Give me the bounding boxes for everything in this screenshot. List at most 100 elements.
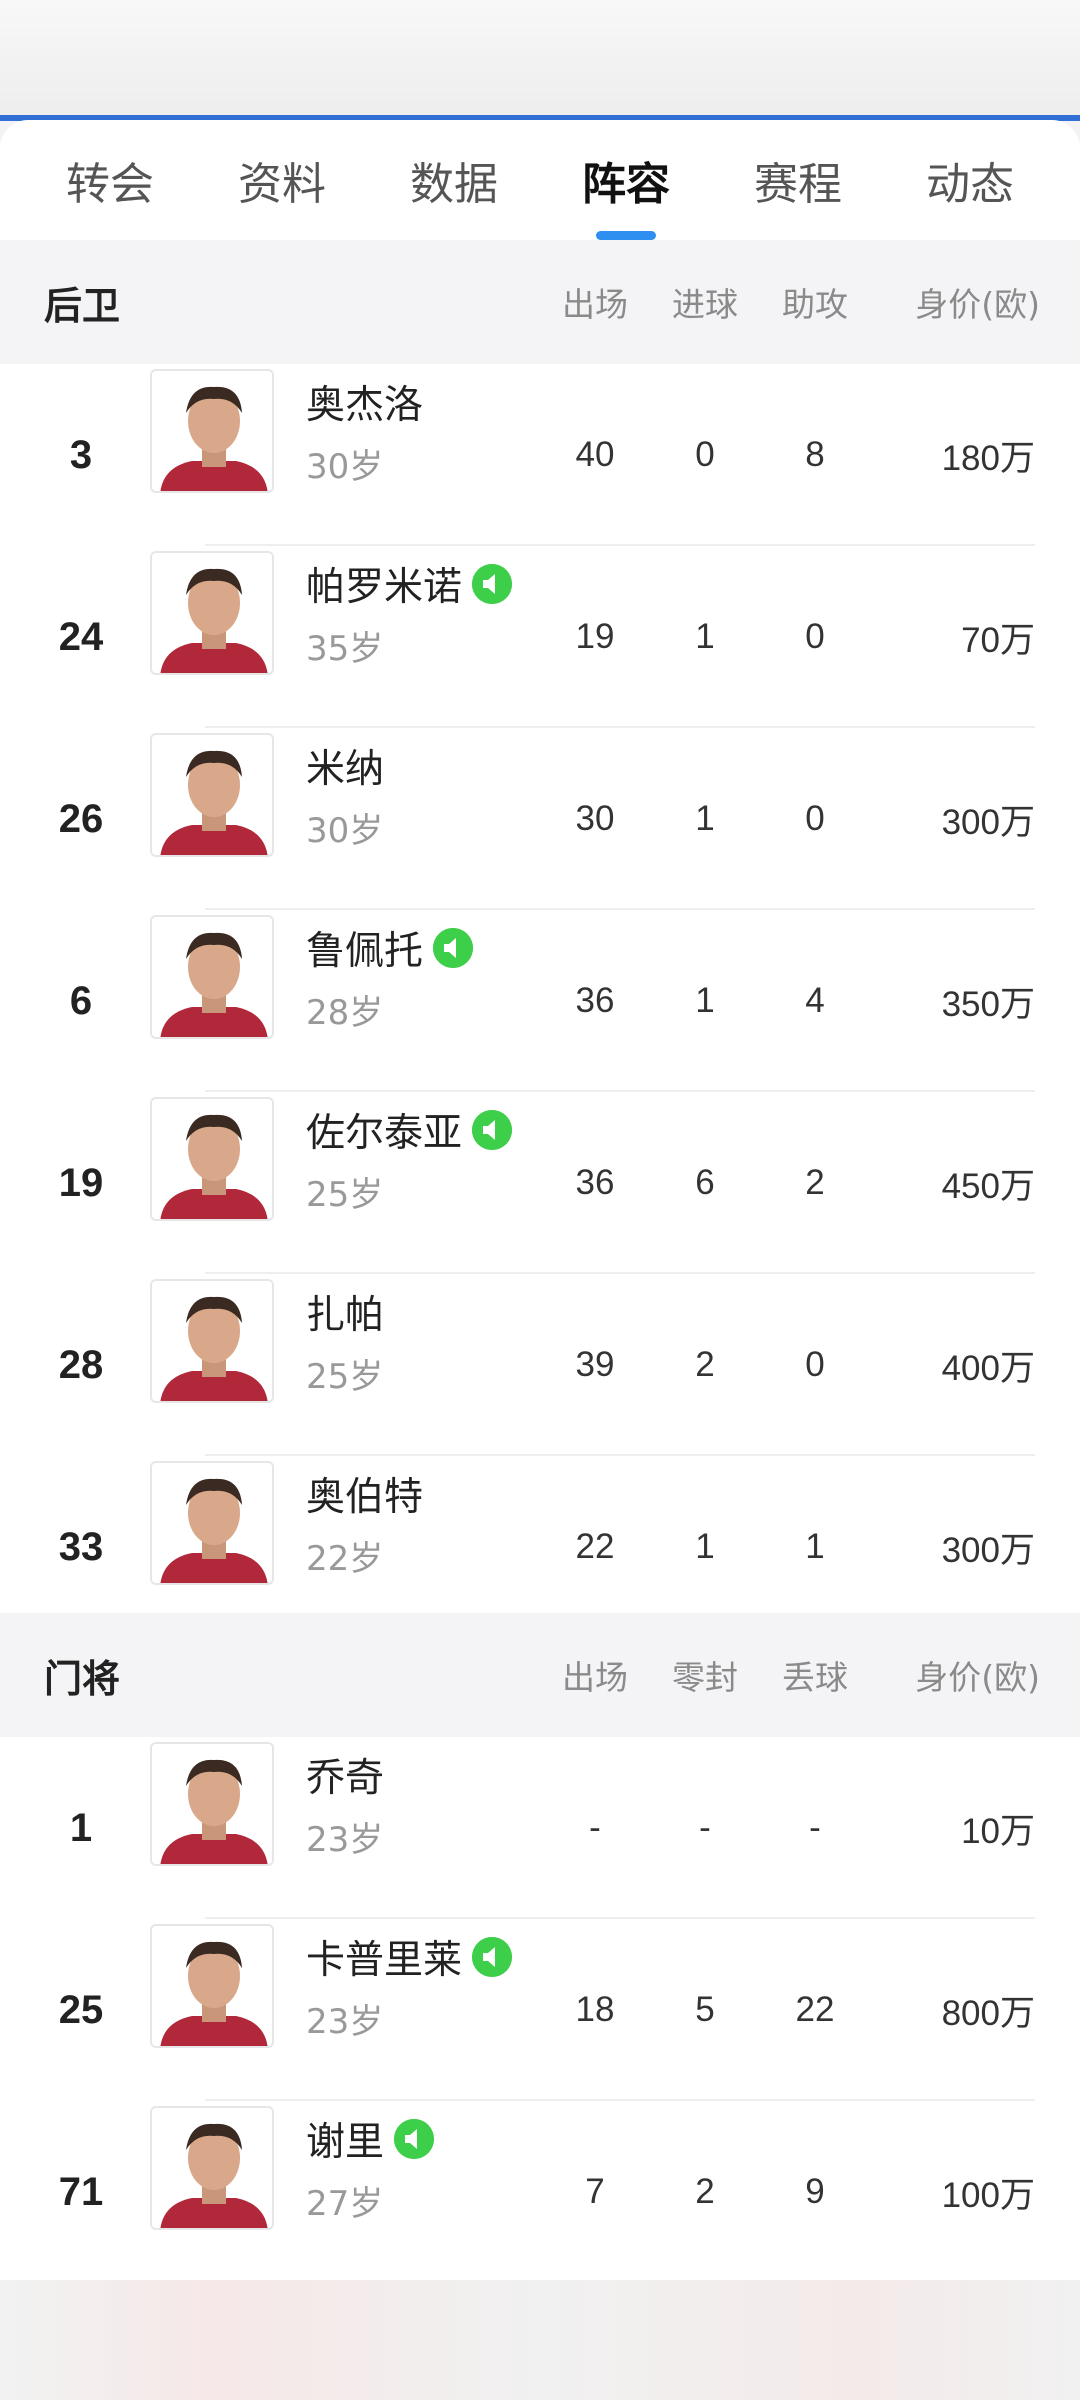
player-avatar-icon bbox=[152, 553, 272, 673]
bottom-area bbox=[0, 2280, 1080, 2400]
player-name-wrap: 帕罗米诺 bbox=[306, 556, 513, 612]
stat-conceded: 22 bbox=[795, 1990, 835, 2029]
speaker-badge-icon bbox=[472, 1110, 513, 1150]
stat-apps: 36 bbox=[575, 981, 615, 1020]
speaker-badge-icon bbox=[472, 1937, 513, 1977]
player-name: 卡普里莱 bbox=[306, 1938, 463, 1983]
player-avatar[interactable] bbox=[150, 1279, 274, 1403]
player-avatar-icon bbox=[152, 917, 272, 1037]
market-value: 800万 bbox=[941, 1993, 1035, 2033]
col-apps: 出场 bbox=[562, 1658, 628, 1697]
market-value: 180万 bbox=[941, 438, 1035, 478]
player-avatar[interactable] bbox=[150, 1461, 274, 1585]
col-cleansheets: 零封 bbox=[672, 1658, 738, 1697]
player-avatar[interactable] bbox=[150, 551, 274, 675]
player-name: 谢里 bbox=[306, 2120, 385, 2165]
player-avatar[interactable] bbox=[150, 1742, 274, 1866]
player-name-wrap: 奥伯特 bbox=[306, 1466, 423, 1522]
player-avatar-icon bbox=[152, 1281, 272, 1401]
player-age: 35岁 bbox=[306, 629, 384, 669]
tab-stats[interactable]: 数据 bbox=[388, 148, 520, 212]
market-value: 10万 bbox=[961, 1811, 1035, 1851]
col-apps: 出场 bbox=[562, 285, 628, 324]
stat-cleansheets: 5 bbox=[695, 1990, 715, 2029]
player-name-wrap: 奥杰洛 bbox=[306, 374, 423, 430]
market-value: 350万 bbox=[941, 984, 1035, 1024]
player-row[interactable]: 26 米纳 30岁 30 1 0 300万 bbox=[0, 728, 1080, 910]
defenders-header: 后卫 出场 进球 助攻 身价(欧) bbox=[0, 240, 1080, 364]
tab-squad[interactable]: 阵容 bbox=[560, 148, 692, 240]
status-area bbox=[0, 0, 1080, 118]
player-avatar[interactable] bbox=[150, 369, 274, 493]
player-avatar[interactable] bbox=[150, 2106, 274, 2230]
stat-conceded: 9 bbox=[805, 2172, 825, 2211]
stat-goals: 1 bbox=[695, 981, 715, 1020]
player-avatar-icon bbox=[152, 1926, 272, 2046]
jersey-number: 19 bbox=[58, 1160, 104, 1205]
player-age: 30岁 bbox=[306, 447, 384, 487]
stat-assists: 1 bbox=[805, 1527, 825, 1566]
speaker-badge-icon bbox=[472, 564, 513, 604]
player-name: 佐尔泰亚 bbox=[306, 1111, 463, 1156]
col-value: 身价(欧) bbox=[915, 285, 1040, 324]
player-row[interactable]: 3 奥杰洛 30岁 40 0 8 180万 bbox=[0, 364, 1080, 546]
tab-profile[interactable]: 资料 bbox=[216, 148, 348, 212]
player-row[interactable]: 1 乔奇 23岁 - - - 10万 bbox=[0, 1737, 1080, 1919]
market-value: 300万 bbox=[941, 1530, 1035, 1570]
col-value: 身价(欧) bbox=[915, 1658, 1040, 1697]
stat-goals: 0 bbox=[695, 435, 715, 474]
player-avatar-icon bbox=[152, 371, 272, 491]
player-avatar[interactable] bbox=[150, 915, 274, 1039]
player-row[interactable]: 19 佐尔泰亚 25岁 36 6 2 450万 bbox=[0, 1092, 1080, 1274]
tab-news[interactable]: 动态 bbox=[904, 148, 1036, 212]
player-row[interactable]: 6 鲁佩托 28岁 36 1 4 350万 bbox=[0, 910, 1080, 1092]
player-name-wrap: 米纳 bbox=[306, 738, 384, 794]
jersey-number: 33 bbox=[58, 1524, 104, 1569]
jersey-number: 24 bbox=[58, 614, 104, 659]
stat-assists: 0 bbox=[805, 617, 825, 656]
player-name: 扎帕 bbox=[306, 1293, 385, 1338]
player-age: 28岁 bbox=[306, 993, 384, 1033]
tab-schedule[interactable]: 赛程 bbox=[732, 148, 864, 212]
player-row[interactable]: 33 奥伯特 22岁 22 1 1 300万 bbox=[0, 1456, 1080, 1638]
player-avatar[interactable] bbox=[150, 733, 274, 857]
player-name: 奥伯特 bbox=[306, 1475, 424, 1520]
tab-bar: 转会 资料 数据 阵容 赛程 动态 bbox=[0, 120, 1080, 240]
jersey-number: 25 bbox=[58, 1987, 104, 2032]
player-avatar[interactable] bbox=[150, 1924, 274, 2048]
stat-apps: 30 bbox=[575, 799, 615, 838]
player-avatar-icon bbox=[152, 1099, 272, 1219]
stat-apps: 36 bbox=[575, 1163, 615, 1202]
market-value: 100万 bbox=[941, 2175, 1035, 2215]
stat-assists: 4 bbox=[805, 981, 825, 1020]
stat-assists: 2 bbox=[805, 1163, 825, 1202]
jersey-number: 6 bbox=[69, 978, 93, 1023]
jersey-number: 3 bbox=[69, 432, 93, 477]
stat-goals: 1 bbox=[695, 617, 715, 656]
player-avatar-icon bbox=[152, 735, 272, 855]
speaker-badge-icon bbox=[394, 2119, 435, 2159]
player-age: 30岁 bbox=[306, 811, 384, 851]
player-name-wrap: 鲁佩托 bbox=[306, 920, 474, 976]
team-card: 转会 资料 数据 阵容 赛程 动态 后卫 出场 进球 助攻 身价(欧) 3 奥杰洛… bbox=[0, 120, 1080, 2280]
jersey-number: 26 bbox=[58, 796, 104, 841]
player-name: 鲁佩托 bbox=[306, 929, 424, 974]
player-age: 25岁 bbox=[306, 1175, 384, 1215]
stat-apps: - bbox=[589, 1808, 601, 1847]
stat-apps: 40 bbox=[575, 435, 615, 474]
player-row[interactable]: 25 卡普里莱 23岁 18 5 22 800万 bbox=[0, 1919, 1080, 2101]
player-age: 27岁 bbox=[306, 2184, 384, 2224]
jersey-number: 71 bbox=[58, 2169, 104, 2214]
stat-assists: 0 bbox=[805, 799, 825, 838]
player-row[interactable]: 71 谢里 27岁 7 2 9 100万 bbox=[0, 2101, 1080, 2280]
player-row[interactable]: 24 帕罗米诺 35岁 19 1 0 70万 bbox=[0, 546, 1080, 728]
player-name: 帕罗米诺 bbox=[306, 565, 463, 610]
col-conceded: 丢球 bbox=[782, 1658, 848, 1697]
player-avatar-icon bbox=[152, 2108, 272, 2228]
player-name-wrap: 乔奇 bbox=[306, 1747, 384, 1803]
player-avatar[interactable] bbox=[150, 1097, 274, 1221]
tab-transfers[interactable]: 转会 bbox=[44, 148, 176, 212]
stat-apps: 22 bbox=[575, 1527, 615, 1566]
player-row[interactable]: 28 扎帕 25岁 39 2 0 400万 bbox=[0, 1274, 1080, 1456]
player-avatar-icon bbox=[152, 1463, 272, 1583]
